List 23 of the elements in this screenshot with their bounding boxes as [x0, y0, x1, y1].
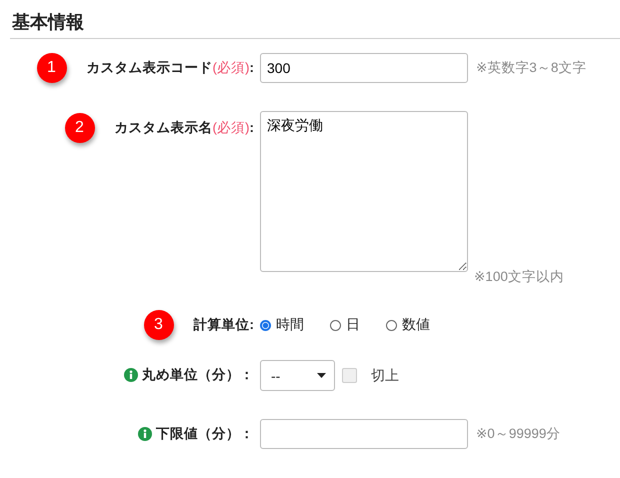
- hint-text: ※英数字3～8文字: [476, 59, 586, 77]
- number-badge: 3: [144, 310, 174, 340]
- radio-label[interactable]: 時間: [276, 316, 304, 334]
- radio-button[interactable]: [330, 320, 341, 330]
- caret-icon: [317, 373, 326, 378]
- radio-label[interactable]: 日: [346, 316, 360, 334]
- radio-label[interactable]: 数値: [402, 316, 430, 334]
- field-label: カスタム表示名(必須):: [114, 119, 254, 137]
- field-label: 計算単位:: [194, 316, 254, 334]
- field-label: カスタム表示コード(必須):: [86, 59, 254, 77]
- radio-button[interactable]: [260, 320, 271, 330]
- number-badge: 1: [36, 53, 66, 83]
- hint-text: ※100文字以内: [474, 268, 564, 286]
- field-label: 丸め単位（分）：: [142, 366, 254, 384]
- section-heading: 基本情報: [12, 11, 84, 34]
- dropdown[interactable]: --: [260, 360, 335, 391]
- field-label: 下限値（分）：: [156, 425, 254, 443]
- text-area[interactable]: 深夜労働: [260, 111, 468, 272]
- number-badge: 2: [64, 113, 94, 143]
- input-field[interactable]: [260, 419, 468, 449]
- radio-button[interactable]: [386, 320, 397, 330]
- input-field[interactable]: 300: [260, 53, 468, 83]
- hint-text: ※0～99999分: [476, 425, 560, 443]
